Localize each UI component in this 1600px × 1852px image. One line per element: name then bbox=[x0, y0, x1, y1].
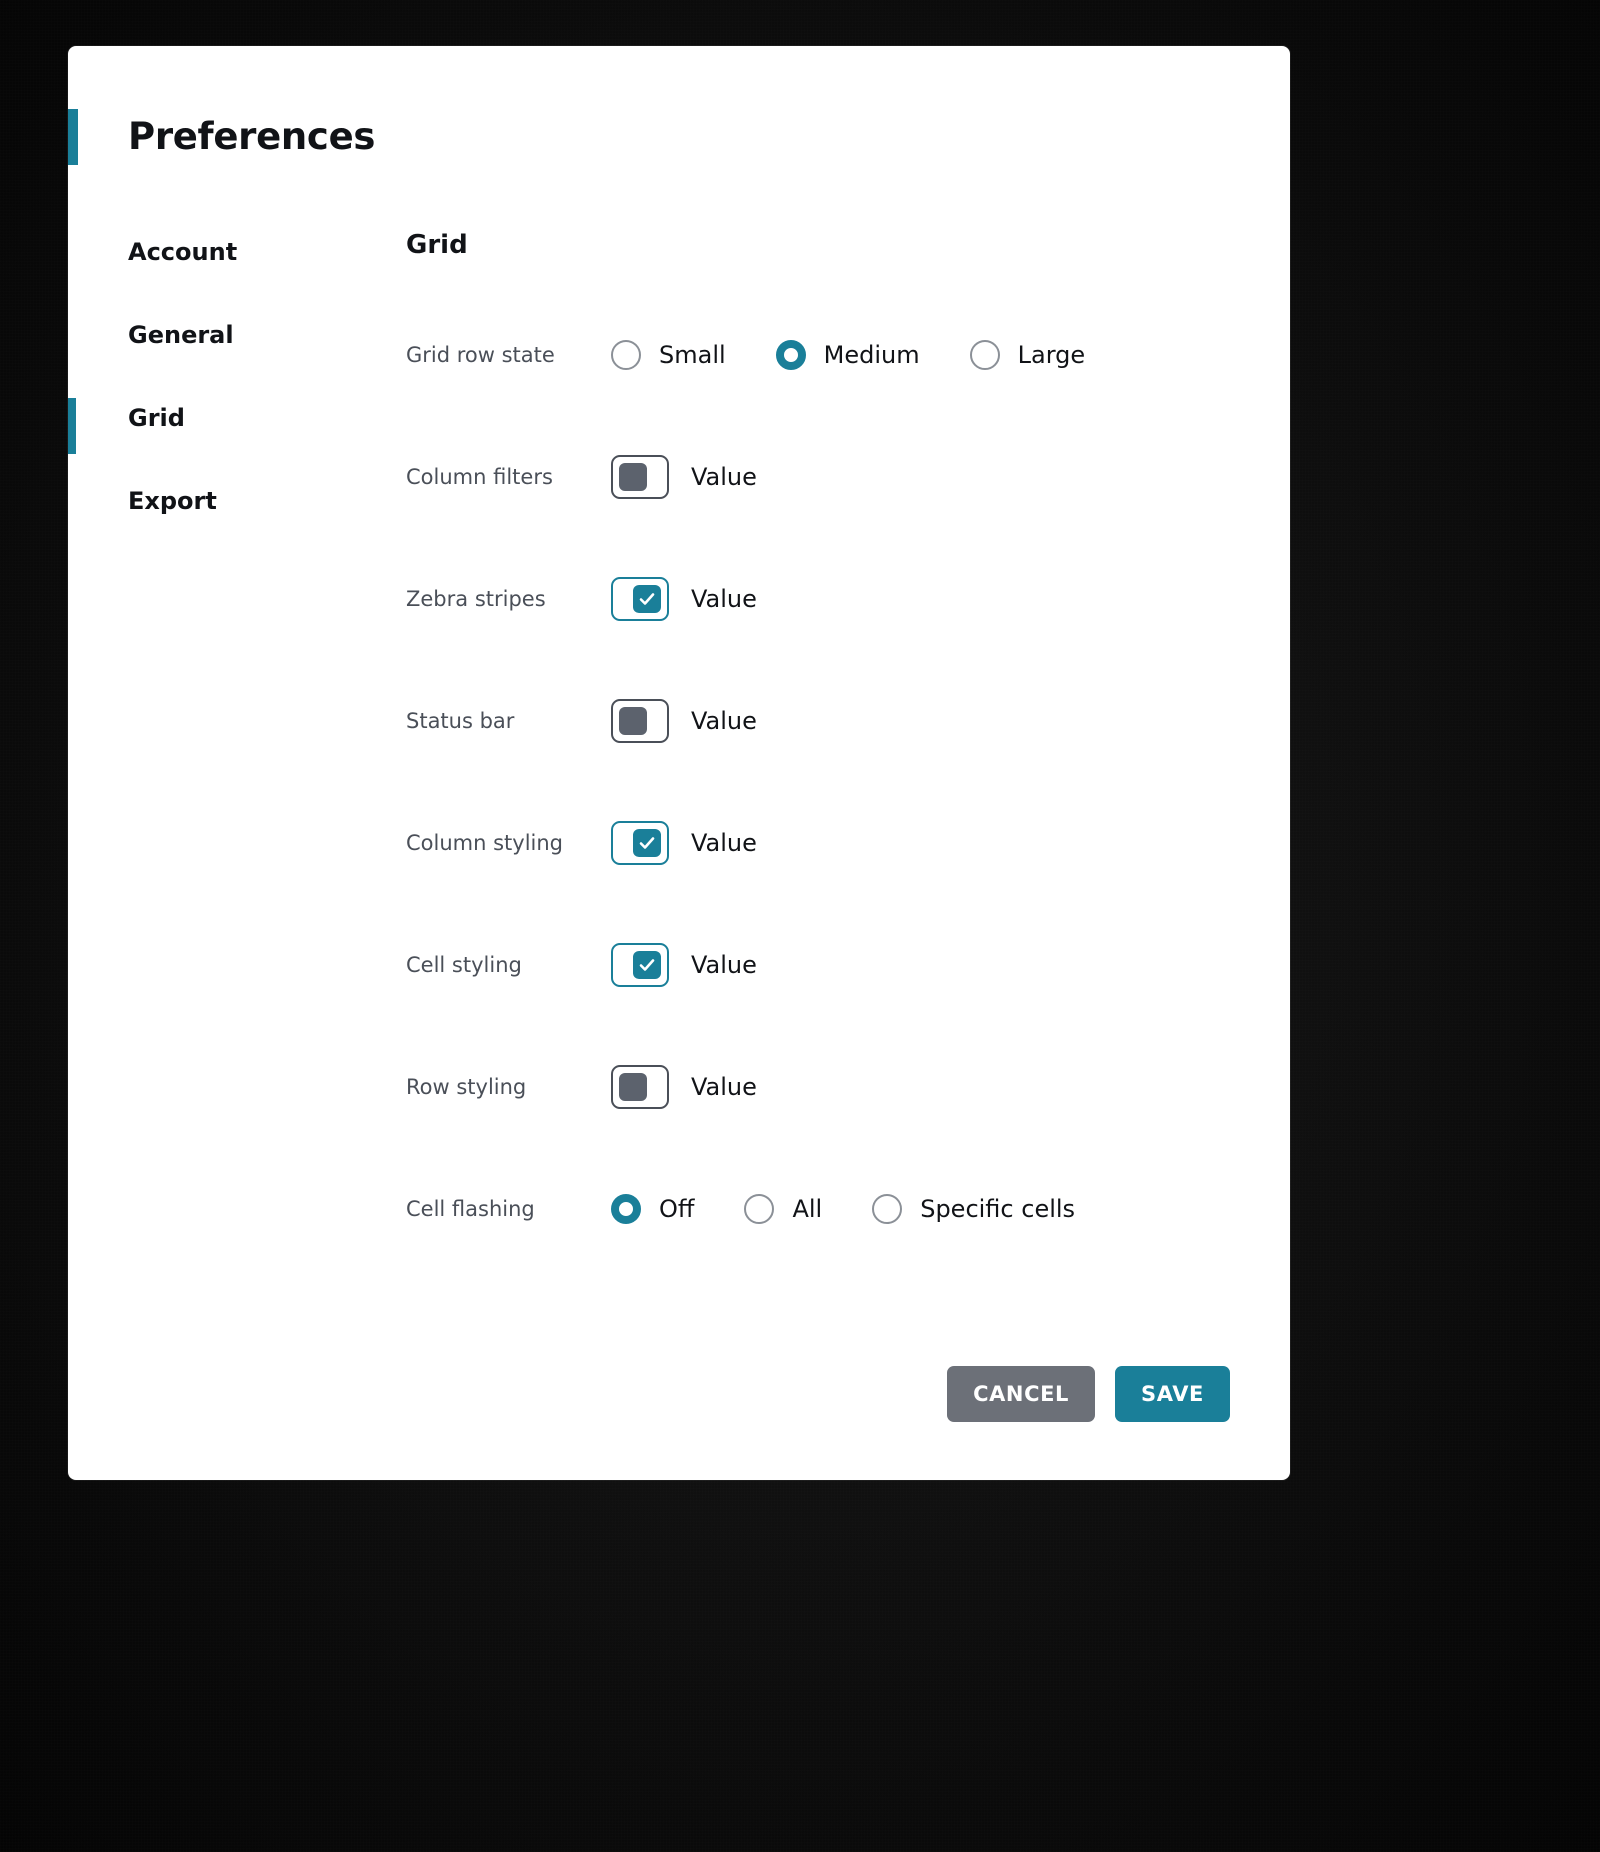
page-title: Preferences bbox=[128, 115, 376, 158]
radio-option-label: Small bbox=[659, 341, 726, 369]
radio-mark-icon bbox=[744, 1194, 775, 1224]
preference-label: Status bar bbox=[406, 709, 515, 733]
preference-row: Column filters Value bbox=[406, 454, 1230, 500]
switch-value-label: Value bbox=[691, 585, 757, 613]
preference-control: Value bbox=[611, 699, 757, 743]
title-accent-bar bbox=[68, 109, 78, 165]
preference-label: Column filters bbox=[406, 465, 553, 489]
preference-row: Column styling Value bbox=[406, 820, 1230, 866]
preference-control: Value bbox=[611, 943, 757, 987]
preference-row: Grid row state Small Medium Large bbox=[406, 332, 1230, 378]
preference-control: Small Medium Large bbox=[611, 340, 1085, 370]
toggle-switch[interactable] bbox=[611, 577, 669, 621]
radio-mark-icon bbox=[775, 340, 806, 370]
sidebar-item-grid[interactable]: Grid bbox=[68, 396, 348, 454]
sidebar-item-label: Export bbox=[128, 487, 217, 515]
preference-label: Cell flashing bbox=[406, 1197, 535, 1221]
dialog-footer: CANCEL SAVE bbox=[947, 1366, 1230, 1422]
preference-label: Grid row state bbox=[406, 343, 555, 367]
radio-mark-icon bbox=[969, 340, 1000, 370]
sidebar-item-label: Grid bbox=[128, 404, 185, 432]
section-title: Grid bbox=[406, 230, 468, 260]
sidebar-item-label: Account bbox=[128, 238, 238, 266]
save-button[interactable]: SAVE bbox=[1115, 1366, 1230, 1422]
sidebar-active-indicator bbox=[68, 232, 76, 288]
preference-control: Value bbox=[611, 1065, 757, 1109]
preference-control: Value bbox=[611, 455, 757, 499]
preference-control: Off All Specific cells bbox=[611, 1194, 1075, 1224]
checkmark-icon bbox=[633, 829, 661, 857]
radio-option-label: Medium bbox=[823, 341, 920, 369]
switch-wrapper: Value bbox=[611, 943, 757, 987]
toggle-switch[interactable] bbox=[611, 943, 669, 987]
sidebar-item-account[interactable]: Account bbox=[68, 230, 348, 274]
switch-wrapper: Value bbox=[611, 577, 757, 621]
radio-option-large[interactable]: Large bbox=[969, 340, 1086, 370]
radio-option-medium[interactable]: Medium bbox=[775, 340, 920, 370]
toggle-knob-icon bbox=[619, 707, 647, 735]
radio-group: Small Medium Large bbox=[611, 340, 1085, 370]
preferences-dialog: Preferences Account General Grid Export Gri… bbox=[68, 46, 1290, 1480]
sidebar-item-export[interactable]: Export bbox=[68, 479, 348, 523]
radio-option-label: Off bbox=[659, 1195, 695, 1223]
switch-value-label: Value bbox=[691, 951, 757, 979]
preference-row: Status bar Value bbox=[406, 698, 1230, 744]
radio-mark-icon bbox=[611, 1194, 641, 1224]
radio-option-label: All bbox=[792, 1195, 823, 1223]
radio-mark-icon bbox=[611, 340, 641, 370]
radio-option-off[interactable]: Off bbox=[611, 1194, 694, 1224]
sidebar-active-indicator bbox=[68, 398, 76, 454]
checkmark-icon bbox=[633, 585, 661, 613]
settings-sidebar: Account General Grid Export bbox=[68, 230, 348, 1308]
sidebar-active-indicator bbox=[68, 481, 76, 537]
dialog-header: Preferences bbox=[68, 46, 1290, 165]
toggle-knob-icon bbox=[619, 463, 647, 491]
preference-row: Cell styling Value bbox=[406, 942, 1230, 988]
toggle-switch[interactable] bbox=[611, 455, 669, 499]
switch-wrapper: Value bbox=[611, 699, 757, 743]
switch-value-label: Value bbox=[691, 463, 757, 491]
toggle-switch[interactable] bbox=[611, 1065, 669, 1109]
radio-option-all[interactable]: All bbox=[744, 1194, 822, 1224]
switch-value-label: Value bbox=[691, 829, 757, 857]
checkmark-icon bbox=[633, 951, 661, 979]
preference-rows: Grid row state Small Medium Large Column fil… bbox=[406, 332, 1230, 1232]
switch-wrapper: Value bbox=[611, 455, 757, 499]
preference-row: Cell flashing Off All Specific cells bbox=[406, 1186, 1230, 1232]
radio-mark-icon bbox=[872, 1194, 903, 1224]
radio-option-specific-cells[interactable]: Specific cells bbox=[872, 1194, 1075, 1224]
radio-group: Off All Specific cells bbox=[611, 1194, 1075, 1224]
sidebar-active-indicator bbox=[68, 315, 76, 371]
preference-row: Zebra stripes Value bbox=[406, 576, 1230, 622]
dialog-body: Account General Grid Export Grid Grid row s… bbox=[68, 154, 1290, 1308]
preference-control: Value bbox=[611, 821, 757, 865]
toggle-knob-icon bbox=[619, 1073, 647, 1101]
sidebar-item-label: General bbox=[128, 321, 234, 349]
switch-wrapper: Value bbox=[611, 1065, 757, 1109]
switch-wrapper: Value bbox=[611, 821, 757, 865]
radio-option-label: Large bbox=[1017, 341, 1086, 369]
preference-label: Row styling bbox=[406, 1075, 527, 1099]
toggle-switch[interactable] bbox=[611, 821, 669, 865]
preference-label: Column styling bbox=[406, 831, 564, 855]
sidebar-item-general[interactable]: General bbox=[68, 313, 348, 357]
preference-control: Value bbox=[611, 577, 757, 621]
preference-row: Row styling Value bbox=[406, 1064, 1230, 1110]
settings-main-panel: Grid Grid row state Small Medium Large Colum… bbox=[348, 230, 1290, 1308]
switch-value-label: Value bbox=[691, 1073, 757, 1101]
switch-value-label: Value bbox=[691, 707, 757, 735]
radio-option-small[interactable]: Small bbox=[611, 340, 726, 370]
radio-option-label: Specific cells bbox=[920, 1195, 1076, 1223]
cancel-button[interactable]: CANCEL bbox=[947, 1366, 1096, 1422]
preference-label: Zebra stripes bbox=[406, 587, 546, 611]
preference-label: Cell styling bbox=[406, 953, 522, 977]
toggle-switch[interactable] bbox=[611, 699, 669, 743]
